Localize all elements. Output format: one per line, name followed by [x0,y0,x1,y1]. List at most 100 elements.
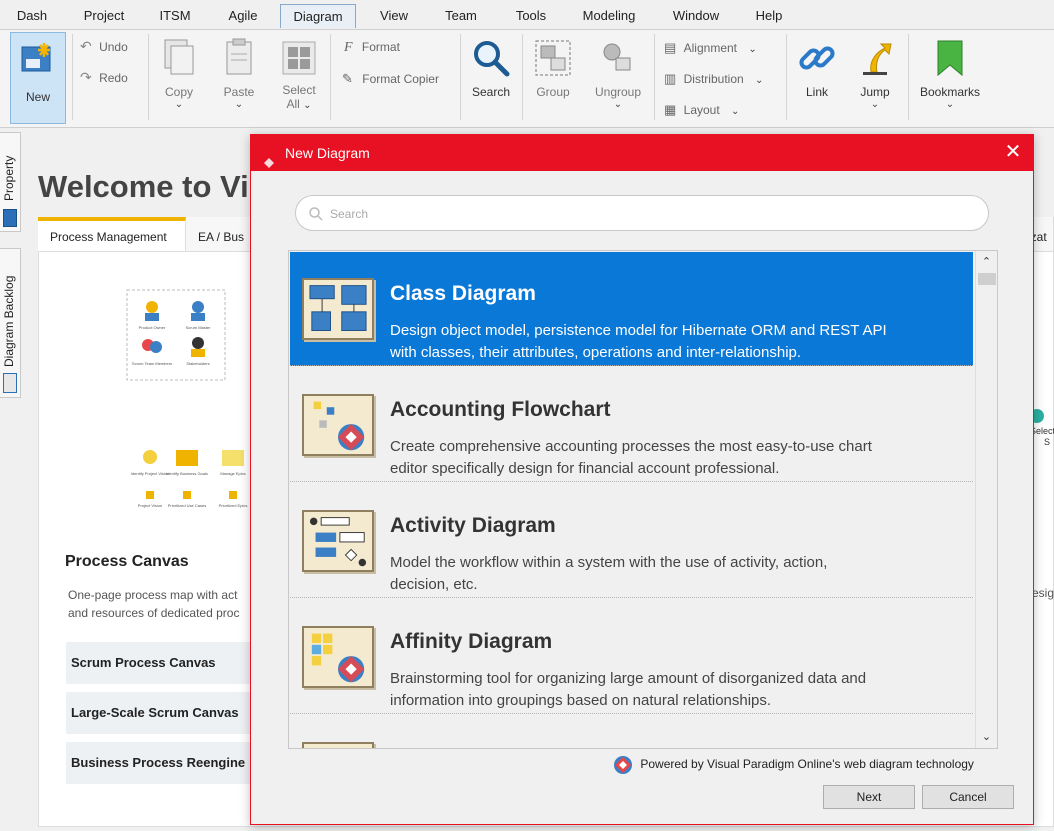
diagram-backlog-tab-label: Diagram Backlog [2,275,16,367]
list-item-class-diagram[interactable]: Class Diagram Design object model, persi… [290,252,973,366]
property-tab-label: Property [2,155,16,201]
copy-button[interactable]: Copy ⌄ [154,38,204,110]
menu-project[interactable]: Project [77,4,131,28]
layout-icon: ▦ [664,102,677,117]
manage-epics-text: Manage Epics [220,471,245,476]
list-item-activity-diagram[interactable]: Activity Diagram Model the workflow with… [290,484,973,598]
search-icon [474,41,510,77]
group-icon [535,40,571,76]
cancel-button[interactable]: Cancel [922,785,1014,809]
menu-window[interactable]: Window [666,4,726,28]
diagram-type-list: Class Diagram Design object model, persi… [288,250,998,749]
new-label: New [25,90,50,104]
process-canvas-vision-thumbnail: Identify Project Vision Identify Busines… [131,450,247,508]
large-scale-scrum-canvas-row[interactable]: Large-Scale Scrum Canvas [66,692,266,734]
class-diagram-desc-line-1: Design object model, persistence model f… [390,322,887,339]
format-copier-button[interactable]: ✎ Format Copier [342,71,439,87]
distribution-button[interactable]: ▥ Distribution ⌄ [664,71,763,87]
process-canvas-title: Process Canvas [65,553,189,570]
property-tab[interactable]: Property [0,132,21,232]
identify-vision-text: Identify Project Vision [131,471,169,476]
scrum-process-canvas-row[interactable]: Scrum Process Canvas [66,642,266,684]
toolbar: New ↶ Undo ↷ Redo Copy ⌄ Paste ⌄ Select … [0,30,1054,128]
process-canvas-desc-line-1: One-page process map with act [68,588,238,602]
distribution-chevron-icon: ⌄ [755,75,764,86]
group-label: Group [536,85,570,99]
accounting-flowchart-desc-line-1: Create comprehensive accounting processe… [390,438,872,455]
list-scrollbar[interactable]: ⌃ ⌄ [975,251,997,748]
distribution-label: Distribution [683,72,744,86]
scroll-down-icon[interactable]: ⌄ [976,728,997,746]
activity-diagram-thumbnail [302,510,374,572]
select-all-label-2-text: All [286,97,300,111]
menu-dash[interactable]: Dash [10,4,54,28]
activity-diagram-desc: Model the workflow within a system with … [390,552,972,596]
tab-process-management[interactable]: Process Management [38,217,186,251]
group-button[interactable]: Group [528,38,578,99]
scrum-team-text: Scrum Team Members [132,361,172,366]
search-input[interactable] [330,204,970,224]
close-icon[interactable]: ✕ [1003,142,1023,163]
menu-agile[interactable]: Agile [221,4,265,28]
stakeholders-text: Stakeholders [186,361,209,366]
menu-modeling[interactable]: Modeling [578,4,640,28]
new-button[interactable]: New [10,32,66,124]
bookmarks-label: Bookmarks [919,85,981,99]
layout-button[interactable]: ▦ Layout ⌄ [664,102,739,118]
search-button[interactable]: Search [466,38,516,99]
dialog-title: New Diagram [285,145,370,161]
scroll-up-icon[interactable]: ⌃ [976,253,997,271]
link-button[interactable]: Link [792,38,842,99]
accounting-flowchart-thumbnail [302,394,374,456]
distribution-icon: ▥ [664,71,677,86]
affinity-diagram-desc-line-2: information into groupings based on natu… [390,692,772,709]
undo-button[interactable]: ↶ Undo [80,38,128,58]
diagram-backlog-tab[interactable]: Diagram Backlog [0,248,21,398]
menu-help[interactable]: Help [750,4,788,28]
alignment-icon: ▤ [664,40,677,55]
menu-diagram[interactable]: Diagram [280,4,356,28]
new-diagram-icon [21,43,51,72]
alignment-button[interactable]: ▤ Alignment ⌄ [664,40,757,56]
bookmarks-chevron-icon: ⌄ [945,99,955,110]
jump-label: Jump [860,85,890,99]
list-item-affinity-diagram[interactable]: Affinity Diagram Brainstorming tool for … [290,600,973,714]
backlog-icon [3,373,17,393]
link-icon [799,46,835,70]
product-owner-text: Product Owner [139,325,166,330]
list-item-accounting-flowchart[interactable]: Accounting Flowchart Create comprehensiv… [290,368,973,482]
format-button[interactable]: F Format [344,40,400,56]
paste-button[interactable]: Paste ⌄ [214,38,264,110]
ungroup-icon [603,43,631,71]
select-all-button[interactable]: Select All ⌄ [274,38,324,111]
affinity-diagram-thumbnail [302,626,374,688]
business-process-reengineering-row[interactable]: Business Process Reengine [66,742,266,784]
jump-chevron-icon: ⌄ [870,99,880,110]
property-icon [3,209,17,227]
menu-team[interactable]: Team [439,4,483,28]
next-button[interactable]: Next [823,785,915,809]
accounting-flowchart-desc-line-2: editor specifically design for financial… [390,460,780,477]
welcome-title: Welcome to Vi [38,169,249,204]
affinity-diagram-name: Affinity Diagram [390,630,553,653]
jump-icon [863,43,892,75]
list-item-partial[interactable] [290,716,973,748]
powered-by-text: Powered by Visual Paradigm Online's web … [640,757,974,772]
activity-diagram-desc-line-1: Model the workflow within a system with … [390,554,828,571]
redo-button[interactable]: ↷ Redo [80,69,128,89]
bookmarks-button[interactable]: Bookmarks ⌄ [914,38,986,110]
bookmark-icon [937,40,963,77]
visual-paradigm-online-icon [614,756,632,774]
process-canvas-roles-thumbnail: Product Owner Scrum Master Scrum Team Me… [126,289,226,381]
menu-itsm[interactable]: ITSM [152,4,198,28]
search-box[interactable] [295,195,989,231]
scrollbar-thumb[interactable] [978,273,996,285]
copy-chevron-icon: ⌄ [174,99,184,110]
jump-button[interactable]: Jump ⌄ [850,38,900,110]
link-label: Link [805,85,828,99]
menu-tools[interactable]: Tools [507,4,555,28]
menu-view[interactable]: View [372,4,416,28]
ungroup-button[interactable]: Ungroup ⌄ [590,38,646,110]
dialog-title-bar: New Diagram ✕ [251,135,1033,171]
select-all-chevron-icon: ⌄ [303,100,312,111]
